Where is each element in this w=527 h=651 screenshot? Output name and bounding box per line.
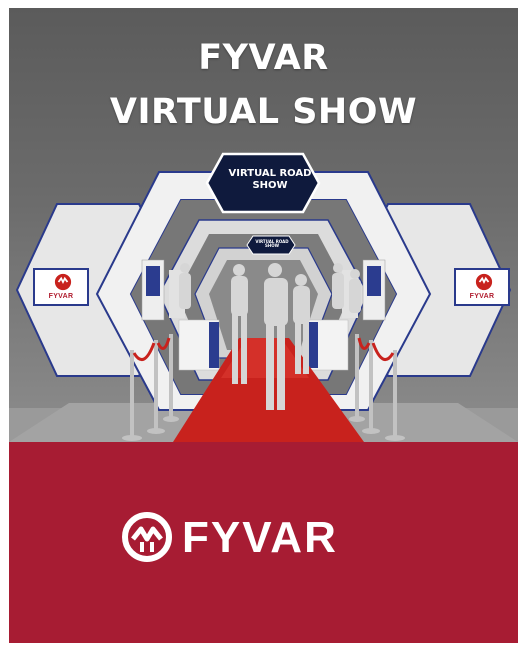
fyvar-brand-icon (122, 512, 172, 562)
fyvar-logo-icon (475, 273, 493, 291)
right-logo-panel: FYVAR (454, 268, 510, 306)
left-panel-wordmark: FYVAR (48, 293, 74, 300)
poster: FYVAR VIRTUAL SHOW VIRTUAL ROAD SHOW VIR… (9, 8, 518, 643)
far-sign-label: VIRTUAL ROAD SHOW (255, 239, 289, 249)
brand-wordmark: FYVAR (182, 513, 338, 562)
left-logo-panel: FYVAR (33, 268, 89, 306)
headline-brand: FYVAR (198, 38, 329, 78)
brand-band: FYVAR (9, 442, 518, 643)
headline-subtitle: VIRTUAL SHOW (109, 92, 418, 132)
fyvar-logo-icon (54, 273, 72, 291)
booth-scene: FYVAR VIRTUAL SHOW VIRTUAL ROAD SHOW VIR… (9, 8, 518, 442)
right-panel-wordmark: FYVAR (469, 293, 495, 300)
top-sign-label: VIRTUAL ROAD SHOW (228, 168, 312, 191)
